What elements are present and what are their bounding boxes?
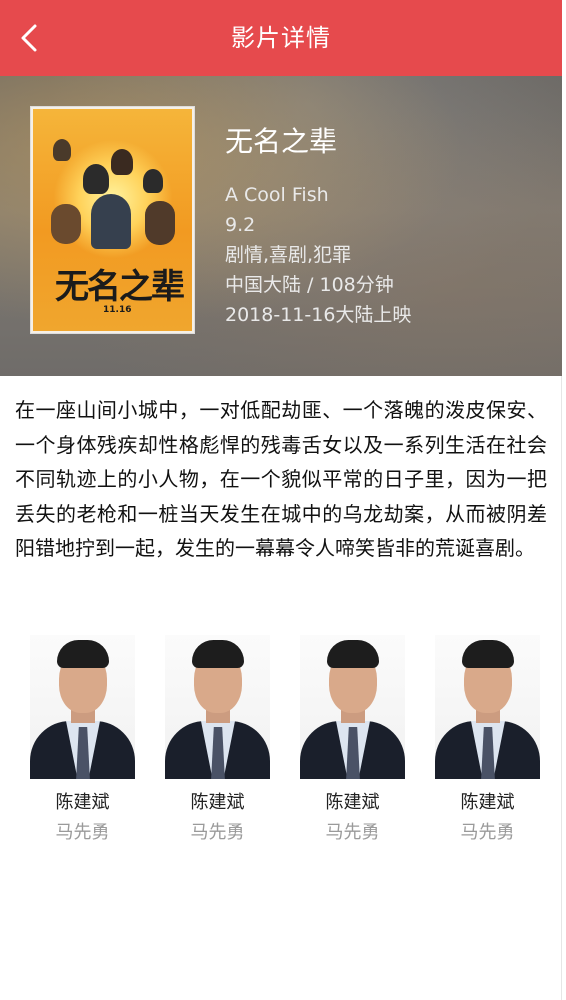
actor-photo — [435, 635, 540, 779]
role-name: 马先勇 — [325, 822, 380, 843]
actor-photo — [30, 635, 135, 779]
poster-artwork: 无名之辈 11.16 — [33, 109, 192, 331]
cast-item[interactable]: 陈建斌 马先勇 — [165, 635, 270, 844]
movie-hero: 无名之辈 11.16 无名之辈 A Cool Fish 9.2 剧情,喜剧,犯罪… — [0, 76, 562, 376]
actor-photo — [300, 635, 405, 779]
movie-region-duration: 中国大陆 / 108分钟 — [225, 274, 394, 296]
movie-synopsis: 在一座山间小城中，一对低配劫匪、一个落魄的泼皮保安、一个身体残疾却性格彪悍的残毒… — [15, 398, 547, 560]
movie-english-title: A Cool Fish — [225, 184, 329, 206]
cast-list: 陈建斌 马先勇 陈建斌 马先勇 陈建斌 马先勇 陈建斌 马先勇 — [30, 635, 540, 855]
role-name: 马先勇 — [460, 822, 515, 843]
movie-detail-page: 影片详情 无名之辈 11.16 无名之辈 A Cool Fish 9.2 剧情,… — [0, 0, 562, 1000]
page-title: 影片详情 — [231, 24, 331, 52]
cast-item[interactable]: 陈建斌 马先勇 — [435, 635, 540, 844]
poster-logo-text: 无名之辈 — [55, 267, 185, 307]
role-name: 马先勇 — [55, 822, 110, 843]
cast-item[interactable]: 陈建斌 马先勇 — [30, 635, 135, 844]
movie-release-date: 2018-11-16大陆上映 — [225, 304, 412, 326]
actor-name: 陈建斌 — [460, 792, 515, 813]
actor-photo — [165, 635, 270, 779]
actor-name: 陈建斌 — [55, 792, 110, 813]
poster-date-text: 11.16 — [103, 305, 132, 315]
movie-rating: 9.2 — [225, 214, 256, 236]
top-bar: 影片详情 — [0, 0, 562, 76]
movie-genres: 剧情,喜剧,犯罪 — [225, 244, 352, 266]
movie-info: 无名之辈 A Cool Fish 9.2 剧情,喜剧,犯罪 中国大陆 / 108… — [225, 120, 411, 330]
movie-title: 无名之辈 — [225, 125, 338, 158]
movie-poster[interactable]: 无名之辈 11.16 — [30, 106, 195, 334]
role-name: 马先勇 — [190, 822, 245, 843]
actor-name: 陈建斌 — [325, 792, 380, 813]
cast-item[interactable]: 陈建斌 马先勇 — [300, 635, 405, 844]
actor-name: 陈建斌 — [190, 792, 245, 813]
